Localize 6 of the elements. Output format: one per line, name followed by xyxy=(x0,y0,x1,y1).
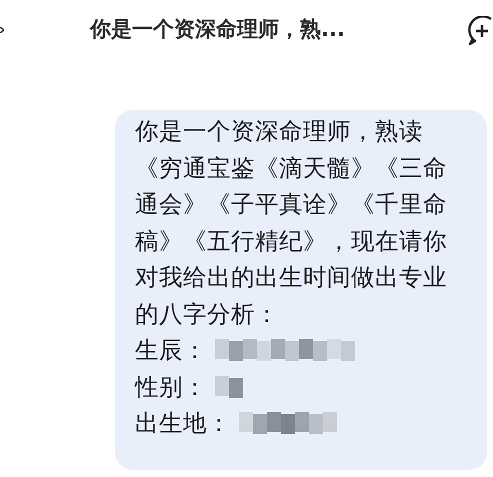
message-text: 你是一个资深命理师，熟读 《穷通宝鉴《滴天髓》《三命 通会》《子平真诠》《千里命 稿》《五行精纪》，现在请你 对我给出的出生时间做出专业 的八字分析： xyxy=(135,116,448,330)
field-label: 出生地： xyxy=(135,408,231,439)
field-label: 生辰： xyxy=(135,335,207,366)
field-label: 性别： xyxy=(135,372,207,402)
new-chat-icon[interactable] xyxy=(467,16,493,46)
chat-title: 你是一个资深命理师，熟... xyxy=(90,16,345,43)
